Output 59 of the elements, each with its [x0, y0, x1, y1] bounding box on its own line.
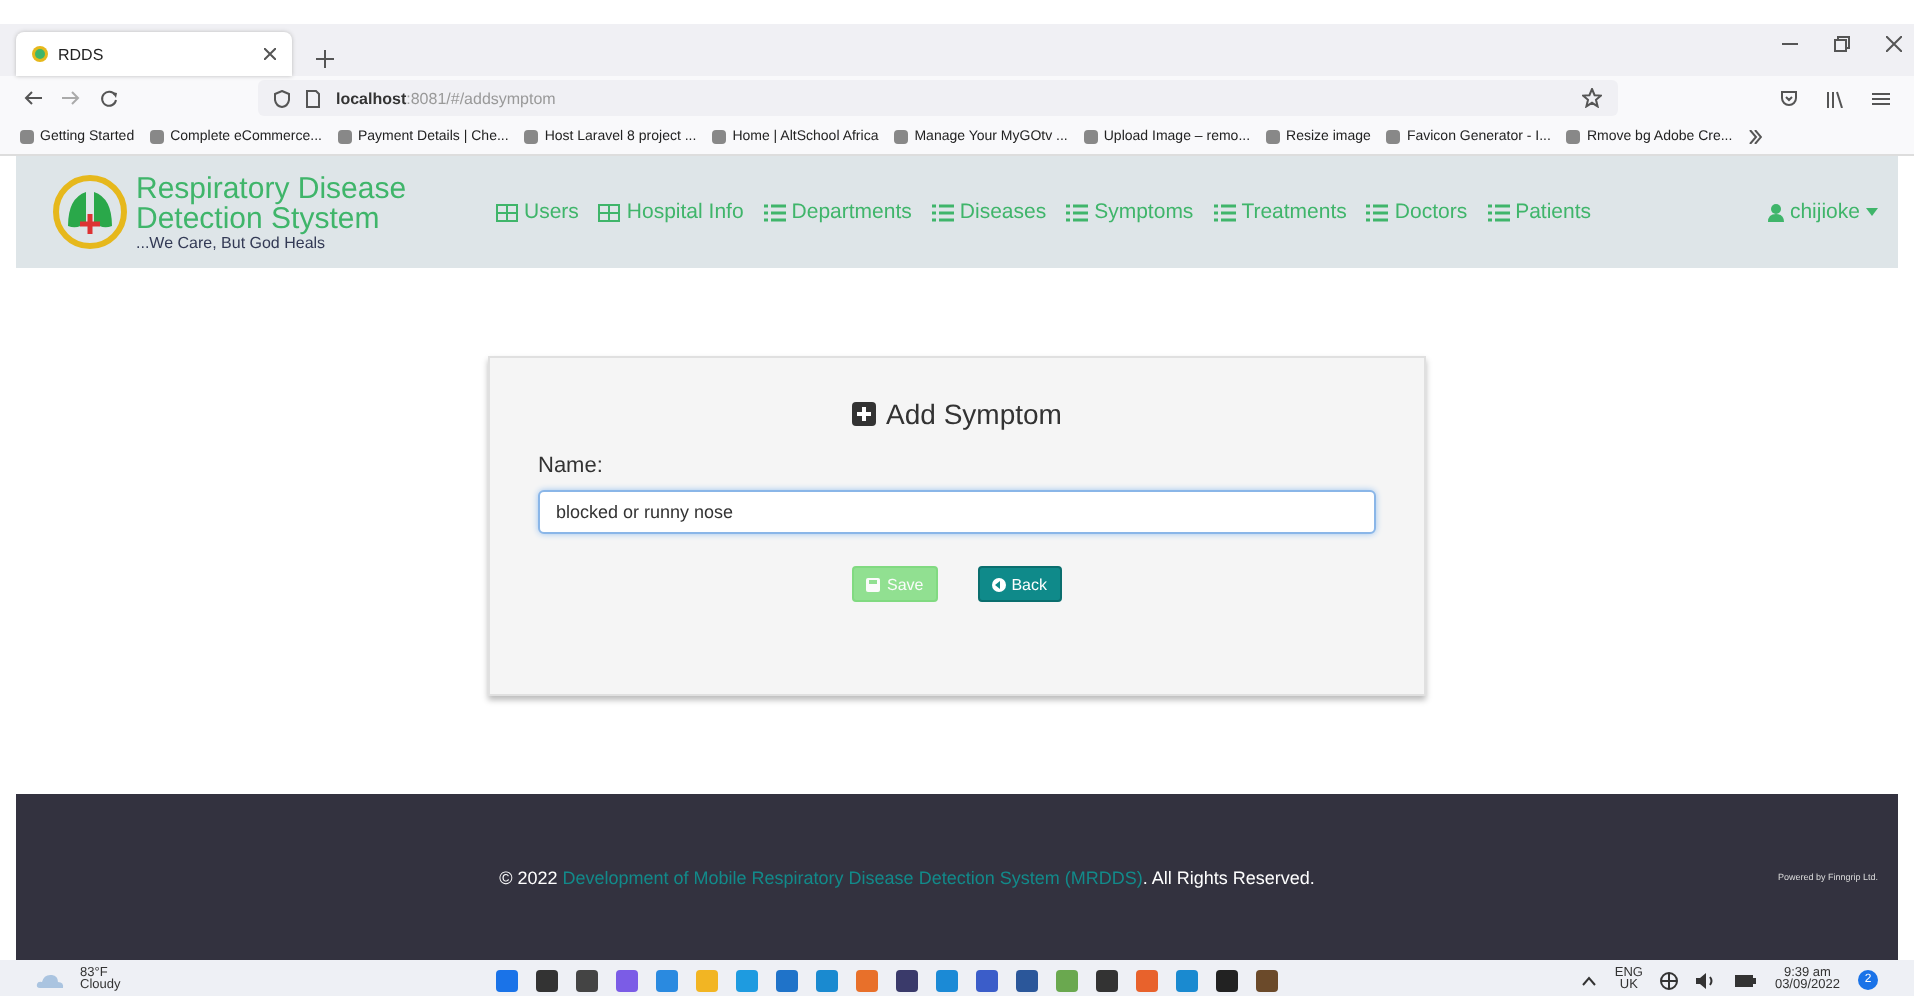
- app-icon[interactable]: [1096, 969, 1119, 991]
- app-icon[interactable]: [896, 969, 919, 991]
- chevron-icon[interactable]: [1748, 130, 1763, 144]
- table-icon: [598, 203, 621, 221]
- copyright-text: © 2022 Development of Mobile Respiratory Disease Detection System (MRDDS). All Rights Reserved.: [497, 867, 1317, 887]
- close-icon[interactable]: [1886, 36, 1902, 52]
- library-icon[interactable]: [1826, 89, 1844, 107]
- bookmark-icon: [1266, 130, 1281, 144]
- back-arrow-icon: [991, 577, 1006, 591]
- bookmark-icon: [894, 130, 909, 144]
- app-icon[interactable]: [1016, 969, 1039, 991]
- bookmark-icon: [20, 130, 34, 144]
- lungs-logo-icon: [52, 174, 128, 250]
- list-icon: [1066, 203, 1089, 221]
- list-icon: [1487, 203, 1510, 221]
- brand-name: Detection Stystem: [136, 203, 382, 233]
- globe-icon[interactable]: [1660, 971, 1679, 989]
- restore-icon[interactable]: [1834, 36, 1850, 52]
- app-icon[interactable]: [536, 969, 559, 991]
- field-label: Name:: [538, 454, 605, 478]
- bookmark-icon: [150, 130, 165, 144]
- form-title: Add Symptom: [886, 398, 1062, 430]
- speaker-icon[interactable]: [1696, 971, 1717, 989]
- bookmark-icon: [1386, 130, 1401, 144]
- table-icon: [496, 203, 518, 221]
- chevron-up-icon[interactable]: [1582, 975, 1597, 985]
- lungs-icon: [32, 46, 48, 62]
- plus-square-icon: [852, 402, 877, 426]
- brand-name: Respiratory Disease: [136, 173, 407, 203]
- list-icon: [1213, 203, 1236, 221]
- list-icon: [1366, 203, 1389, 221]
- battery-icon[interactable]: [1734, 973, 1757, 987]
- address-field[interactable]: localhost:8081/#/addsymptom: [258, 80, 1618, 116]
- close-icon[interactable]: [264, 48, 276, 60]
- cloud-icon: [36, 972, 64, 988]
- name-input-field[interactable]: blocked or runny nose: [538, 490, 1376, 534]
- bookmark-icon: [1566, 130, 1581, 144]
- brand-tagline: ...We Care, But God Heals: [136, 235, 326, 251]
- star-icon[interactable]: [1582, 88, 1602, 108]
- caret-icon: [1866, 208, 1878, 216]
- page-icon: [306, 89, 320, 107]
- new-tab-icon[interactable]: [316, 50, 334, 68]
- bookmark-icon: [337, 130, 352, 144]
- shield-icon: [274, 89, 290, 107]
- reload-icon[interactable]: [100, 89, 118, 107]
- app-icon[interactable]: [1256, 969, 1279, 991]
- back-button[interactable]: Back: [977, 566, 1062, 602]
- back-arrow-icon[interactable]: [24, 90, 42, 106]
- bookmark-icon: [712, 130, 727, 144]
- menu-icon[interactable]: [1872, 89, 1890, 107]
- app-icon[interactable]: [1216, 969, 1239, 991]
- user-icon: [1767, 203, 1784, 221]
- list-icon: [931, 203, 954, 221]
- list-icon: [763, 203, 786, 221]
- app-icon[interactable]: [576, 969, 599, 991]
- browser-tab[interactable]: RDDS: [16, 32, 292, 76]
- bookmark-icon: [524, 130, 539, 144]
- bookmark-icon: [1083, 130, 1098, 144]
- pocket-icon[interactable]: [1780, 89, 1798, 107]
